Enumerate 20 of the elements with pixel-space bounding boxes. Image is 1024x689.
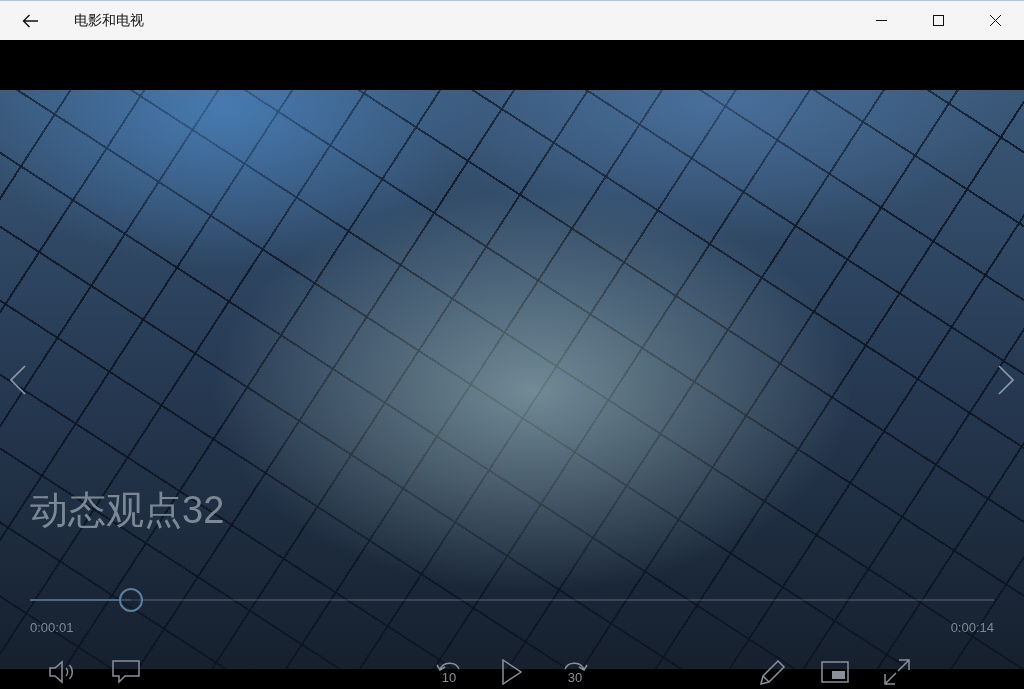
speaker-icon — [48, 659, 76, 685]
previous-chevron-icon[interactable] — [10, 365, 26, 395]
window-title: 电影和电视 — [74, 11, 145, 30]
next-chevron-icon[interactable] — [998, 365, 1014, 395]
slider-thumb[interactable] — [119, 588, 144, 612]
expand-arrows-icon — [884, 659, 910, 685]
pencil-icon — [760, 659, 786, 685]
speech-bubble-icon — [112, 660, 140, 684]
rewind-button[interactable]: 10 — [431, 655, 467, 689]
forward-button[interactable]: 30 — [557, 655, 593, 689]
video-title: 动态观点32 — [30, 488, 225, 533]
total-duration: 0:00:14 — [950, 620, 994, 636]
progress-slider[interactable] — [30, 588, 994, 612]
minimize-icon — [876, 20, 887, 21]
elapsed-time: 0:00:01 — [30, 620, 74, 636]
maximize-icon — [933, 15, 944, 26]
close-icon — [990, 15, 1001, 26]
play-icon — [502, 659, 522, 685]
back-arrow-icon — [22, 13, 38, 28]
small-window-icon — [821, 661, 849, 683]
